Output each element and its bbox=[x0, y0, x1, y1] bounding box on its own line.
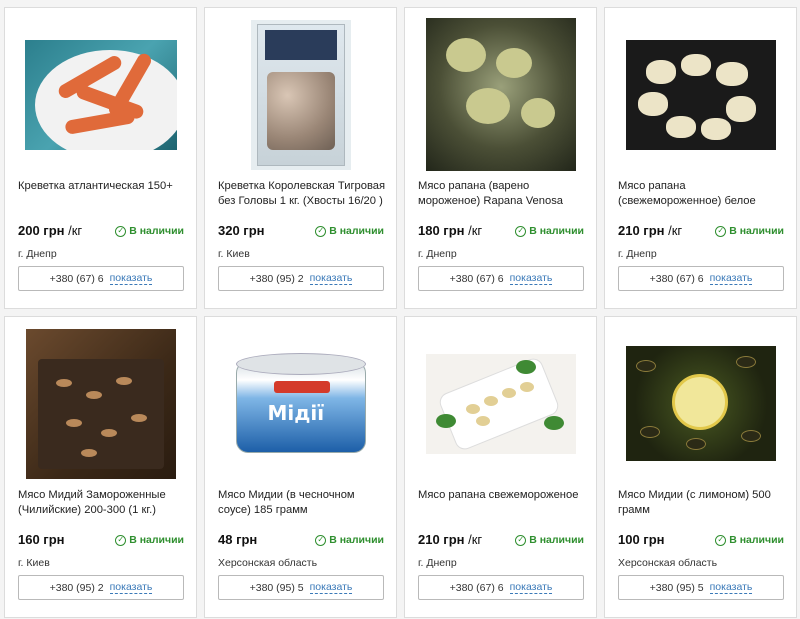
listing-city: г. Киев bbox=[18, 557, 50, 569]
listing-price: 200 грн /кг bbox=[18, 223, 83, 238]
stock-status: ✓ В наличии bbox=[115, 225, 184, 237]
phone-number: +380 (67) 6 bbox=[449, 581, 504, 594]
show-phone-link[interactable]: показать bbox=[709, 581, 753, 594]
phone-box: +380 (67) 6 показать bbox=[618, 266, 784, 291]
listing-card[interactable]: Креветка атлантическая 150+ 200 грн /кг … bbox=[4, 7, 197, 309]
show-phone-link[interactable]: показать bbox=[309, 581, 353, 594]
phone-number: +380 (95) 5 bbox=[649, 581, 704, 594]
listing-card[interactable]: Мясо рапана (свежемороженное) белое 210 … bbox=[604, 7, 797, 309]
listing-title[interactable]: Креветка Королевская Тигровая без Головы… bbox=[218, 179, 386, 209]
show-phone-link[interactable]: показать bbox=[509, 581, 553, 594]
listing-city: Херсонская область bbox=[618, 557, 718, 569]
listing-title[interactable]: Креветка атлантическая 150+ bbox=[18, 179, 186, 209]
rapana-white-meat-image[interactable] bbox=[625, 39, 776, 150]
listing-city: г. Днепр bbox=[418, 557, 457, 569]
rapana-shells-image[interactable] bbox=[425, 18, 576, 171]
frozen-mussels-board-image[interactable] bbox=[25, 328, 176, 479]
listing-title[interactable]: Мясо Мидии (в чесночном соусе) 185 грамм bbox=[218, 488, 386, 518]
listing-price: 180 грн /кг bbox=[418, 223, 483, 238]
check-circle-icon: ✓ bbox=[715, 534, 727, 546]
show-phone-link[interactable]: показать bbox=[109, 581, 153, 594]
stock-status: ✓ В наличии bbox=[515, 534, 584, 546]
listing-price: 48 грн bbox=[218, 532, 258, 547]
phone-number: +380 (95) 2 bbox=[49, 581, 104, 594]
show-phone-link[interactable]: показать bbox=[709, 272, 753, 285]
phone-box: +380 (67) 6 показать bbox=[18, 266, 184, 291]
stock-status: ✓ В наличии bbox=[715, 225, 784, 237]
phone-box: +380 (95) 2 показать bbox=[18, 575, 184, 600]
mussels-can-image[interactable]: Мідії bbox=[229, 348, 372, 459]
check-circle-icon: ✓ bbox=[515, 534, 527, 546]
listing-title[interactable]: Мясо рапана (свежемороженное) белое bbox=[618, 179, 786, 209]
phone-number: +380 (67) 6 bbox=[449, 272, 504, 285]
show-phone-link[interactable]: показать bbox=[309, 272, 353, 285]
stock-status: ✓ В наличии bbox=[315, 534, 384, 546]
listing-price: 210 грн /кг bbox=[418, 532, 483, 547]
check-circle-icon: ✓ bbox=[115, 534, 127, 546]
phone-number: +380 (67) 6 bbox=[49, 272, 104, 285]
listing-title[interactable]: Мясо рапана свежемороженое bbox=[418, 488, 586, 518]
listing-grid: Креветка атлантическая 150+ 200 грн /кг … bbox=[4, 7, 797, 618]
listing-city: г. Днепр bbox=[418, 248, 457, 260]
check-circle-icon: ✓ bbox=[115, 225, 127, 237]
tiger-shrimp-bag-image[interactable] bbox=[250, 19, 351, 170]
listing-card[interactable]: Мясо Мидий Замороженные (Чилийские) 200-… bbox=[4, 316, 197, 618]
rapana-dish-image[interactable] bbox=[425, 353, 576, 454]
phone-box: +380 (95) 2 показать bbox=[218, 266, 384, 291]
stock-status: ✓ В наличии bbox=[515, 225, 584, 237]
listing-title[interactable]: Мясо Мидии (с лимоном) 500 грамм bbox=[618, 488, 786, 518]
check-circle-icon: ✓ bbox=[315, 225, 327, 237]
listing-card[interactable]: Мясо рапана (варено мороженое) Rapana Ve… bbox=[404, 7, 597, 309]
listing-title[interactable]: Мясо Мидий Замороженные (Чилийские) 200-… bbox=[18, 488, 186, 518]
listing-city: Херсонская область bbox=[218, 557, 318, 569]
phone-number: +380 (95) 5 bbox=[249, 581, 304, 594]
mussels-lemon-image[interactable] bbox=[625, 346, 776, 461]
phone-box: +380 (95) 5 показать bbox=[618, 575, 784, 600]
check-circle-icon: ✓ bbox=[315, 534, 327, 546]
check-circle-icon: ✓ bbox=[715, 225, 727, 237]
listing-price: 160 грн bbox=[18, 532, 65, 547]
listing-city: г. Днепр bbox=[618, 248, 657, 260]
phone-number: +380 (95) 2 bbox=[249, 272, 304, 285]
phone-box: +380 (67) 6 показать bbox=[418, 575, 584, 600]
stock-status: ✓ В наличии bbox=[115, 534, 184, 546]
stock-status: ✓ В наличии bbox=[715, 534, 784, 546]
check-circle-icon: ✓ bbox=[515, 225, 527, 237]
show-phone-link[interactable]: показать bbox=[109, 272, 153, 285]
atlantic-shrimp-image[interactable] bbox=[24, 39, 177, 150]
listing-price: 210 грн /кг bbox=[618, 223, 683, 238]
phone-number: +380 (67) 6 bbox=[649, 272, 704, 285]
listing-card[interactable]: Креветка Королевская Тигровая без Головы… bbox=[204, 7, 397, 309]
listing-title[interactable]: Мясо рапана (варено мороженое) Rapana Ve… bbox=[418, 179, 586, 209]
phone-box: +380 (67) 6 показать bbox=[418, 266, 584, 291]
listing-card[interactable]: Мідії Мясо Мидии (в чесночном соусе) 185… bbox=[204, 316, 397, 618]
listing-price: 320 грн bbox=[218, 223, 265, 238]
listing-price: 100 грн bbox=[618, 532, 665, 547]
listing-city: г. Киев bbox=[218, 248, 250, 260]
listing-card[interactable]: Мясо Мидии (с лимоном) 500 грамм 100 грн… bbox=[604, 316, 797, 618]
listing-card[interactable]: Мясо рапана свежемороженое 210 грн /кг ✓… bbox=[404, 316, 597, 618]
phone-box: +380 (95) 5 показать bbox=[218, 575, 384, 600]
stock-status: ✓ В наличии bbox=[315, 225, 384, 237]
listing-city: г. Днепр bbox=[18, 248, 57, 260]
show-phone-link[interactable]: показать bbox=[509, 272, 553, 285]
